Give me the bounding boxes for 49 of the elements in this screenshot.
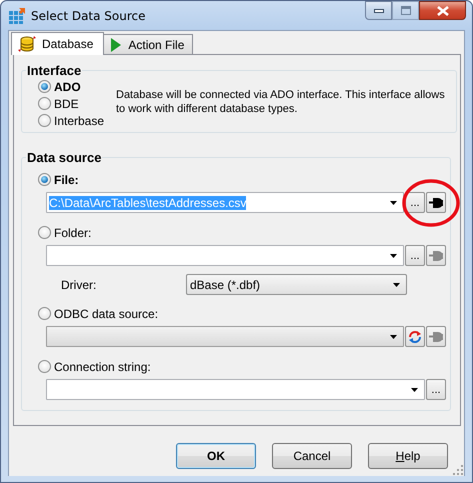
group-title: Data source (26, 150, 102, 165)
play-icon (110, 38, 122, 52)
browse-button[interactable]: ... (405, 245, 425, 266)
refresh-icon (408, 330, 422, 344)
radio-label: Connection string: (54, 360, 151, 374)
dropdown-field[interactable] (46, 245, 404, 266)
app-icon (9, 8, 25, 24)
plug-icon (429, 330, 443, 342)
connect-button[interactable] (426, 192, 446, 213)
plug-icon (429, 250, 443, 262)
driver-label: Driver: (61, 278, 98, 292)
radio-label: Interbase (54, 114, 104, 128)
minimize-icon (374, 8, 384, 12)
dialog-button[interactable]: OK (176, 443, 256, 469)
window-title: Select Data Source (31, 8, 146, 22)
refresh-button[interactable] (405, 326, 425, 347)
minimize-button[interactable] (365, 1, 392, 20)
radio-button[interactable] (38, 97, 51, 110)
maximize-icon (400, 6, 410, 15)
dropdown-arrow-icon (393, 282, 400, 286)
description-text: Database will be connected via ADO interface. This interface allows to work with different database types. (116, 88, 446, 116)
dropdown-arrow-icon (390, 334, 397, 338)
radio-label: BDE (54, 96, 79, 110)
close-button[interactable] (419, 1, 466, 20)
radio-label: File: (54, 172, 79, 186)
resize-grip-icon (453, 465, 463, 475)
dropdown-field[interactable] (46, 379, 425, 400)
dropdown-arrow-icon (411, 388, 418, 392)
radio-label: Folder: (54, 226, 92, 240)
radio-label: ADO (54, 80, 81, 94)
plug-icon (429, 196, 443, 208)
radio-button[interactable] (38, 114, 51, 127)
dropdown-field[interactable]: dBase (*.dbf) (186, 274, 407, 295)
radio-button[interactable] (38, 360, 51, 373)
radio-button[interactable] (38, 80, 51, 93)
radio-button[interactable] (38, 226, 51, 239)
dropdown-arrow-icon (390, 200, 397, 204)
database-icon (18, 36, 36, 52)
dialog-button[interactable]: Help (368, 443, 448, 469)
tab[interactable]: Action File (103, 34, 194, 54)
radio-label: ODBC data source: (54, 306, 158, 320)
group-title: Interface (26, 63, 82, 78)
dropdown-arrow-icon (390, 254, 397, 258)
close-icon (436, 6, 448, 16)
dialog-button[interactable]: Cancel (272, 443, 352, 469)
tab[interactable]: Database (11, 32, 104, 55)
browse-button[interactable]: ... (405, 192, 425, 213)
browse-button[interactable]: ... (426, 379, 446, 400)
radio-button[interactable] (38, 173, 51, 186)
